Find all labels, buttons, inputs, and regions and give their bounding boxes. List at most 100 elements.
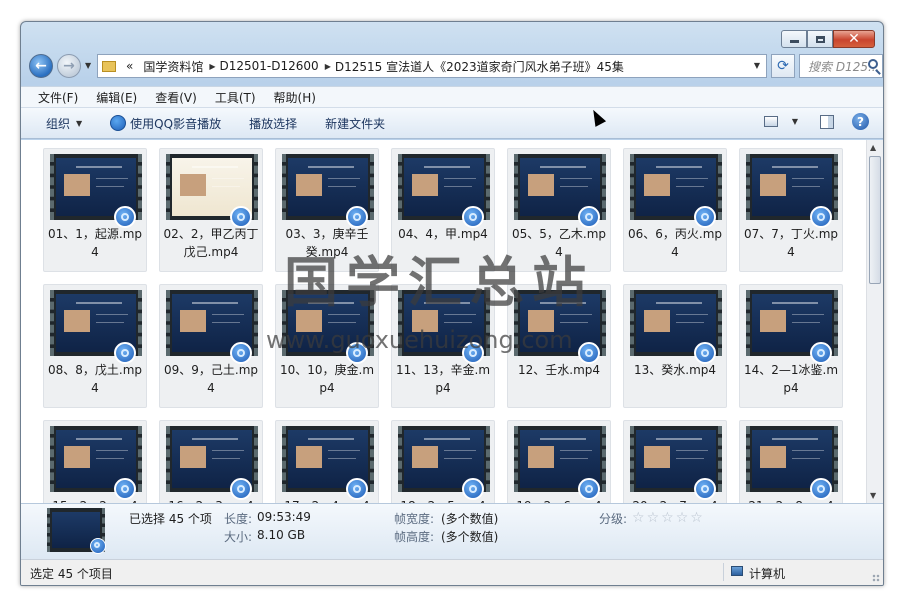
thumbnail-detail	[560, 178, 592, 179]
breadcrumb-item-folder[interactable]: D12515 宣法道人《2023道家奇门风水弟子班》45集	[335, 58, 624, 75]
breadcrumb-item-range[interactable]: D12501-D12600	[220, 59, 319, 73]
thumbnail-detail	[64, 174, 90, 196]
star-icon[interactable]: ☆	[632, 511, 645, 525]
rating-stars[interactable]: ☆ ☆ ☆ ☆ ☆	[632, 511, 705, 525]
change-view-icon[interactable]	[763, 116, 778, 127]
size-value: 8.10 GB	[257, 528, 306, 542]
refresh-button[interactable]: ⟳	[771, 54, 795, 78]
file-name: 12、壬水.mp4	[517, 363, 601, 377]
thumbnail-detail	[656, 438, 702, 440]
file-tile[interactable]: 16、2—3.mp4	[159, 420, 263, 503]
file-tile[interactable]: 06、6，丙火.mp4	[623, 148, 727, 272]
scroll-down-icon[interactable]: ▼	[870, 491, 876, 500]
chevron-down-icon: ▼	[76, 118, 83, 128]
preview-pane-icon[interactable]	[820, 114, 834, 129]
scroll-up-icon[interactable]: ▲	[870, 143, 876, 152]
file-tile[interactable]: 17、2—4.mp4	[275, 420, 379, 503]
vertical-scrollbar[interactable]: ▲ ▼	[866, 140, 883, 503]
thumbnail-detail	[212, 178, 244, 179]
thumbnail-detail	[180, 310, 206, 332]
thumbnail-detail	[656, 302, 702, 304]
file-tile[interactable]: 19、2—6.mp4	[507, 420, 611, 503]
breadcrumb-separator-icon[interactable]: ▶	[209, 62, 215, 71]
view-options-dropdown-icon[interactable]: ▼	[792, 117, 798, 126]
thumbnail-detail	[328, 186, 356, 187]
thumbnail-detail	[760, 310, 786, 332]
file-tile[interactable]: 14、2—1冰鉴.mp4	[739, 284, 843, 408]
menu-view[interactable]: 查看(V)	[155, 89, 197, 106]
thumbnail-detail	[328, 450, 360, 451]
watermark-title: 国学汇总站	[284, 251, 594, 314]
recent-pages-dropdown-icon[interactable]: ▼	[85, 61, 91, 70]
breadcrumb-separator-icon[interactable]: ▶	[325, 62, 331, 71]
menu-file[interactable]: 文件(F)	[38, 89, 78, 106]
frame-width-value: (多个数值)	[441, 512, 499, 526]
file-tile[interactable]: 09、9，己土.mp4	[159, 284, 263, 408]
organize-button[interactable]: 组织 ▼	[46, 115, 82, 132]
file-name: 14、2—1冰鉴.mp4	[743, 363, 839, 395]
thumbnail-detail	[676, 178, 708, 179]
breadcrumb-overflow[interactable]: «	[126, 59, 133, 73]
file-tile[interactable]: 20、2—7.mp4	[623, 420, 727, 503]
file-name: 10、10，庚金.mp4	[279, 363, 375, 395]
file-tile[interactable]: 01、1，起源.mp4	[43, 148, 147, 272]
frame-height-label: 帧高度:	[394, 530, 435, 544]
file-tile[interactable]: 08、8，戊土.mp4	[43, 284, 147, 408]
star-icon[interactable]: ☆	[647, 511, 660, 525]
address-bar[interactable]: « 国学资料馆 ▶ D12501-D12600 ▶ D12515 宣法道人《20…	[97, 54, 767, 78]
new-folder-button[interactable]: 新建文件夹	[325, 115, 385, 132]
thumbnail-detail	[540, 166, 586, 168]
new-folder-label: 新建文件夹	[325, 116, 386, 131]
file-name: 11、13，辛金.mp4	[395, 363, 491, 395]
address-dropdown-icon[interactable]: ▼	[754, 61, 760, 70]
video-thumbnail	[514, 426, 606, 500]
menu-edit[interactable]: 编辑(E)	[96, 89, 137, 106]
video-thumbnail	[630, 290, 722, 364]
qq-play-button[interactable]: 使用QQ影音播放	[110, 115, 221, 132]
thumbnail-detail	[792, 458, 820, 459]
star-icon[interactable]: ☆	[661, 511, 674, 525]
file-tile[interactable]: 18、2—5.mp4	[391, 420, 495, 503]
status-divider	[723, 563, 724, 581]
file-tile[interactable]: 15、2—2.mp4	[43, 420, 147, 503]
thumbnail-detail	[192, 302, 238, 304]
qq-player-icon	[110, 115, 127, 131]
frame-width-label: 帧宽度:	[394, 512, 435, 526]
search-icon[interactable]	[868, 59, 878, 69]
help-icon[interactable]: ?	[852, 113, 869, 130]
thumbnail-detail	[528, 446, 554, 468]
star-icon[interactable]: ☆	[690, 511, 703, 525]
file-tile[interactable]: 07、7，丁火.mp4	[739, 148, 843, 272]
video-thumbnail	[630, 154, 722, 228]
thumbnail-detail	[192, 166, 238, 168]
thumbnail-detail	[444, 450, 476, 451]
play-selection-button[interactable]: 播放选择	[249, 115, 297, 132]
file-tile[interactable]: 02、2，甲乙丙丁戊己.mp4	[159, 148, 263, 272]
back-button[interactable]: ←	[29, 54, 53, 78]
breadcrumb-item-root[interactable]: 国学资料馆	[143, 58, 203, 75]
thumbnail-detail	[792, 178, 824, 179]
maximize-button[interactable]	[807, 30, 833, 48]
video-thumbnail	[50, 290, 142, 364]
resize-grip[interactable]	[872, 574, 880, 582]
file-tile[interactable]: 13、癸水.mp4	[623, 284, 727, 408]
status-text: 选定 45 个项目	[30, 567, 113, 581]
scroll-thumb[interactable]	[869, 156, 881, 284]
forward-button[interactable]: →	[57, 54, 81, 78]
video-thumbnail	[398, 426, 490, 500]
video-thumbnail	[746, 154, 838, 228]
thumbnail-detail	[64, 446, 90, 468]
qq-play-label: 使用QQ影音播放	[130, 116, 222, 131]
thumbnail-detail	[296, 174, 322, 196]
search-input[interactable]: 搜索 D125...	[799, 54, 883, 78]
file-tile[interactable]: 21、2—8.mp4	[739, 420, 843, 503]
thumbnail-detail	[64, 310, 90, 332]
menu-tools[interactable]: 工具(T)	[215, 89, 256, 106]
length-value: 09:53:49	[257, 510, 311, 524]
menu-help[interactable]: 帮助(H)	[274, 89, 316, 106]
close-button[interactable]: ✕	[833, 30, 875, 48]
star-icon[interactable]: ☆	[676, 511, 689, 525]
thumbnail-detail	[792, 322, 820, 323]
minimize-button[interactable]	[781, 30, 807, 48]
video-thumbnail	[746, 426, 838, 500]
